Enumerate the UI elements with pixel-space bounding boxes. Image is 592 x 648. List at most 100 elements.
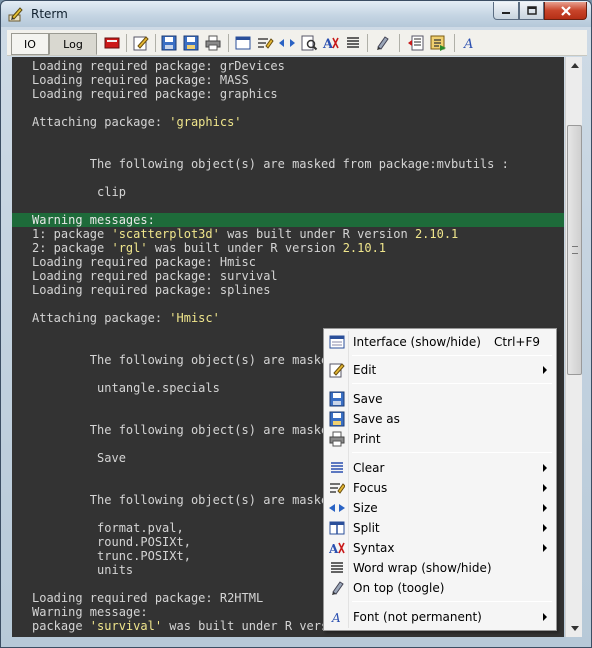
menu-item-focus[interactable]: Focus [326,478,554,498]
run-script-icon[interactable] [429,34,447,52]
menu-item-label: Word wrap (show/hide) [353,561,492,575]
svg-text:A: A [322,37,334,52]
menu-item-label: Focus [353,481,388,495]
console-line: Attaching package: 'graphics' [32,115,242,129]
menu-item-label: Syntax [353,541,395,555]
maximize-button[interactable] [519,2,544,20]
print-icon [329,431,345,447]
submenu-arrow-icon [543,524,547,532]
svg-text:A: A [329,542,339,556]
menu-item-clear[interactable]: Clear [326,458,554,478]
menu-item-word-wrap[interactable]: Word wrap (show/hide) [326,558,554,578]
find-icon[interactable] [300,34,318,52]
scroll-down-button[interactable] [566,620,583,637]
split-icon [329,521,345,535]
menu-item-label: Save [353,392,383,406]
font-icon[interactable]: A [461,34,479,52]
scroll-thumb[interactable] [567,125,582,375]
console-line: The following object(s) are masked from … [32,157,509,171]
clear-icon [331,462,343,473]
toolbar-separator [367,34,368,52]
scroll-up-button[interactable] [566,57,583,74]
focus-icon [330,483,345,494]
save-icon [329,391,345,407]
console-line: 1: package 'scatterplot3d' was built und… [32,227,459,241]
menu-item-font[interactable]: A Font (not permanent) [326,607,554,627]
toolbar: IO Log A A [7,30,587,56]
on-top-icon[interactable] [373,34,391,52]
svg-text:A: A [463,37,473,52]
chevron-up-icon [570,63,579,68]
submenu-arrow-icon [543,504,547,512]
rterm-window: Rterm IO Log A A Loading required packag… [0,0,592,648]
tab-log[interactable]: Log [49,33,97,55]
menu-separator [352,601,552,602]
console-line: Loading required package: grDevices [32,59,285,73]
menu-item-label: Interface (show/hide) [353,335,481,349]
interface-icon[interactable] [234,34,252,52]
menu-item-split[interactable]: Split [326,518,554,538]
maximize-icon [526,6,537,15]
console-line: Loading required package: splines [32,283,271,297]
submenu-arrow-icon [543,464,547,472]
menu-item-interface[interactable]: Interface (show/hide) Ctrl+F9 [326,332,554,352]
menu-separator [352,383,552,384]
minimize-icon [502,11,510,14]
console-line: 2: package 'rgl' was built under R versi… [32,241,387,255]
title-bar[interactable]: Rterm [1,1,591,27]
toolbar-separator [228,34,229,52]
menu-item-size[interactable]: Size [326,498,554,518]
context-menu: Interface (show/hide) Ctrl+F9 Edit Save … [323,328,557,631]
submenu-arrow-icon [543,613,547,621]
size-icon[interactable] [278,34,296,52]
save-as-icon [329,411,345,427]
syntax-icon: A [329,542,345,556]
rterm-flag-icon[interactable] [103,34,121,52]
menu-item-syntax[interactable]: A Syntax [326,538,554,558]
edit-icon[interactable] [132,34,150,52]
console-line: clip [32,185,126,199]
menu-item-label: On top (toogle) [353,581,445,595]
vertical-scrollbar[interactable] [565,57,582,637]
menu-item-save-as[interactable]: Save as [326,409,554,429]
focus-icon[interactable] [256,34,274,52]
menu-item-edit[interactable]: Edit [326,360,554,380]
menu-item-label: Font (not permanent) [353,610,482,624]
interface-icon [329,335,345,349]
submenu-arrow-icon [543,366,547,374]
console-line: Loading required package: MASS [32,73,249,87]
minimize-button[interactable] [493,2,519,20]
syntax-icon[interactable]: A [322,34,340,52]
list-window-icon[interactable] [407,34,425,52]
menu-separator [352,452,552,453]
menu-item-on-top[interactable]: On top (toogle) [326,578,554,598]
word-wrap-icon[interactable] [344,34,362,52]
menu-item-save[interactable]: Save [326,389,554,409]
close-button[interactable] [544,2,587,20]
on-top-icon [332,581,344,595]
window-title: Rterm [31,7,68,21]
menu-separator [352,355,552,356]
toolbar-separator [454,34,455,52]
print-icon[interactable] [204,34,222,52]
tab-io[interactable]: IO [11,33,49,55]
menu-item-label: Clear [353,461,385,475]
menu-item-label: Save as [353,412,400,426]
edit-icon [329,363,345,378]
toolbar-separator [399,34,400,52]
menu-item-label: Split [353,521,380,535]
submenu-arrow-icon [543,544,547,552]
save-as-icon[interactable] [182,34,200,52]
app-pencil-icon [8,7,23,22]
save-icon[interactable] [160,34,178,52]
menu-item-shortcut: Ctrl+F9 [494,335,540,349]
svg-text:A: A [331,611,341,625]
menu-item-print[interactable]: Print [326,429,554,449]
word-wrap-icon [331,562,343,573]
